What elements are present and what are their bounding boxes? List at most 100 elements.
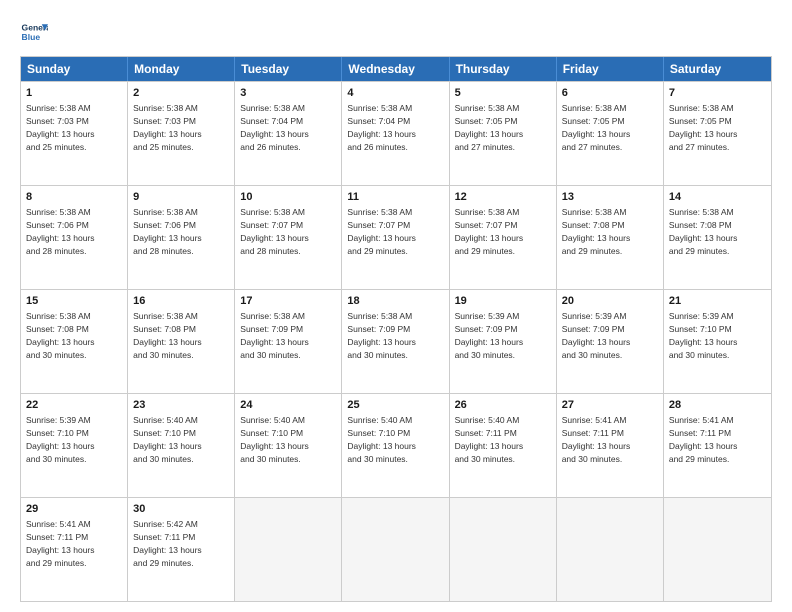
day-number: 25 [347, 398, 443, 413]
day-number: 6 [562, 86, 658, 101]
calendar-week: 8 Sunrise: 5:38 AMSunset: 7:06 PMDaylight… [21, 185, 771, 289]
day-number: 23 [133, 398, 229, 413]
calendar-cell: 22 Sunrise: 5:39 AMSunset: 7:10 PMDayligh… [21, 394, 128, 497]
day-number: 21 [669, 294, 766, 309]
calendar-cell [235, 498, 342, 601]
calendar-cell [342, 498, 449, 601]
day-number: 1 [26, 86, 122, 101]
day-number: 16 [133, 294, 229, 309]
calendar-cell: 25 Sunrise: 5:40 AMSunset: 7:10 PMDayligh… [342, 394, 449, 497]
calendar-cell: 16 Sunrise: 5:38 AMSunset: 7:08 PMDayligh… [128, 290, 235, 393]
calendar: SundayMondayTuesdayWednesdayThursdayFrid… [20, 56, 772, 602]
calendar-body: 1 Sunrise: 5:38 AMSunset: 7:03 PMDaylight… [21, 81, 771, 601]
day-number: 8 [26, 190, 122, 205]
calendar-cell: 30 Sunrise: 5:42 AMSunset: 7:11 PMDayligh… [128, 498, 235, 601]
day-info: Sunrise: 5:38 AMSunset: 7:03 PMDaylight:… [133, 103, 202, 152]
day-number: 15 [26, 294, 122, 309]
calendar-cell: 11Sunrise: 5:38 AMSunset: 7:07 PMDayligh… [342, 186, 449, 289]
day-number: 22 [26, 398, 122, 413]
weekday-header: Sunday [21, 57, 128, 81]
day-number: 10 [240, 190, 336, 205]
day-info: Sunrise: 5:38 AMSunset: 7:08 PMDaylight:… [26, 311, 95, 360]
weekday-header: Monday [128, 57, 235, 81]
day-number: 27 [562, 398, 658, 413]
weekday-header: Thursday [450, 57, 557, 81]
calendar-cell: 10 Sunrise: 5:38 AMSunset: 7:07 PMDayligh… [235, 186, 342, 289]
calendar-cell: 7 Sunrise: 5:38 AMSunset: 7:05 PMDaylight… [664, 82, 771, 185]
calendar-cell: 6 Sunrise: 5:38 AMSunset: 7:05 PMDaylight… [557, 82, 664, 185]
header: General Blue [20, 18, 772, 46]
weekday-header: Friday [557, 57, 664, 81]
day-number: 24 [240, 398, 336, 413]
day-info: Sunrise: 5:38 AMSunset: 7:05 PMDaylight:… [669, 103, 738, 152]
day-info: Sunrise: 5:38 AMSunset: 7:09 PMDaylight:… [240, 311, 309, 360]
calendar-header: SundayMondayTuesdayWednesdayThursdayFrid… [21, 57, 771, 81]
day-info: Sunrise: 5:39 AMSunset: 7:10 PMDaylight:… [669, 311, 738, 360]
day-number: 14 [669, 190, 766, 205]
day-info: Sunrise: 5:38 AMSunset: 7:07 PMDaylight:… [240, 207, 309, 256]
day-info: Sunrise: 5:42 AMSunset: 7:11 PMDaylight:… [133, 519, 202, 568]
calendar-cell [664, 498, 771, 601]
day-info: Sunrise: 5:40 AMSunset: 7:10 PMDaylight:… [347, 415, 416, 464]
calendar-cell: 2 Sunrise: 5:38 AMSunset: 7:03 PMDaylight… [128, 82, 235, 185]
calendar-cell: 21 Sunrise: 5:39 AMSunset: 7:10 PMDayligh… [664, 290, 771, 393]
calendar-cell: 14 Sunrise: 5:38 AMSunset: 7:08 PMDayligh… [664, 186, 771, 289]
weekday-header: Wednesday [342, 57, 449, 81]
calendar-cell: 17 Sunrise: 5:38 AMSunset: 7:09 PMDayligh… [235, 290, 342, 393]
day-number: 5 [455, 86, 551, 101]
day-number: 17 [240, 294, 336, 309]
logo-icon: General Blue [20, 18, 48, 46]
day-number: 7 [669, 86, 766, 101]
day-number: 29 [26, 502, 122, 517]
day-info: Sunrise: 5:39 AMSunset: 7:09 PMDaylight:… [562, 311, 631, 360]
day-info: Sunrise: 5:38 AMSunset: 7:07 PMDaylight:… [455, 207, 524, 256]
day-info: Sunrise: 5:40 AMSunset: 7:10 PMDaylight:… [133, 415, 202, 464]
calendar-cell: 9 Sunrise: 5:38 AMSunset: 7:06 PMDaylight… [128, 186, 235, 289]
calendar-cell: 3 Sunrise: 5:38 AMSunset: 7:04 PMDaylight… [235, 82, 342, 185]
day-info: Sunrise: 5:38 AMSunset: 7:08 PMDaylight:… [133, 311, 202, 360]
day-info: Sunrise: 5:38 AMSunset: 7:06 PMDaylight:… [133, 207, 202, 256]
calendar-week: 22 Sunrise: 5:39 AMSunset: 7:10 PMDayligh… [21, 393, 771, 497]
calendar-cell: 8Sunrise: 5:38 AMSunset: 7:06 PMDaylight… [21, 186, 128, 289]
calendar-cell: 15 Sunrise: 5:38 AMSunset: 7:08 PMDayligh… [21, 290, 128, 393]
calendar-cell: 19Sunrise: 5:39 AMSunset: 7:09 PMDayligh… [450, 290, 557, 393]
calendar-cell: 20 Sunrise: 5:39 AMSunset: 7:09 PMDayligh… [557, 290, 664, 393]
calendar-cell: 1Sunrise: 5:38 AMSunset: 7:03 PMDaylight… [21, 82, 128, 185]
calendar-cell: 5 Sunrise: 5:38 AMSunset: 7:05 PMDaylight… [450, 82, 557, 185]
day-info: Sunrise: 5:38 AMSunset: 7:05 PMDaylight:… [562, 103, 631, 152]
day-number: 26 [455, 398, 551, 413]
day-number: 18 [347, 294, 443, 309]
calendar-cell: 18Sunrise: 5:38 AMSunset: 7:09 PMDayligh… [342, 290, 449, 393]
day-number: 3 [240, 86, 336, 101]
calendar-cell: 4 Sunrise: 5:38 AMSunset: 7:04 PMDaylight… [342, 82, 449, 185]
calendar-cell: 27 Sunrise: 5:41 AMSunset: 7:11 PMDayligh… [557, 394, 664, 497]
day-info: Sunrise: 5:38 AMSunset: 7:04 PMDaylight:… [347, 103, 416, 152]
day-number: 4 [347, 86, 443, 101]
day-info: Sunrise: 5:41 AMSunset: 7:11 PMDaylight:… [562, 415, 631, 464]
page: General Blue SundayMondayTuesdayWednesda… [0, 0, 792, 612]
day-number: 2 [133, 86, 229, 101]
day-number: 30 [133, 502, 229, 517]
day-info: Sunrise: 5:41 AMSunset: 7:11 PMDaylight:… [669, 415, 738, 464]
day-info: Sunrise: 5:40 AMSunset: 7:11 PMDaylight:… [455, 415, 524, 464]
day-info: Sunrise: 5:38 AMSunset: 7:04 PMDaylight:… [240, 103, 309, 152]
day-info: Sunrise: 5:40 AMSunset: 7:10 PMDaylight:… [240, 415, 309, 464]
day-info: Sunrise: 5:38 AMSunset: 7:05 PMDaylight:… [455, 103, 524, 152]
weekday-header: Tuesday [235, 57, 342, 81]
day-info: Sunrise: 5:39 AMSunset: 7:09 PMDaylight:… [455, 311, 524, 360]
calendar-cell: 23 Sunrise: 5:40 AMSunset: 7:10 PMDayligh… [128, 394, 235, 497]
calendar-cell: 24 Sunrise: 5:40 AMSunset: 7:10 PMDayligh… [235, 394, 342, 497]
day-number: 28 [669, 398, 766, 413]
calendar-cell: 29 Sunrise: 5:41 AMSunset: 7:11 PMDayligh… [21, 498, 128, 601]
day-info: Sunrise: 5:41 AMSunset: 7:11 PMDaylight:… [26, 519, 95, 568]
day-number: 20 [562, 294, 658, 309]
day-number: 11 [347, 190, 443, 205]
day-info: Sunrise: 5:39 AMSunset: 7:10 PMDaylight:… [26, 415, 95, 464]
calendar-cell: 26 Sunrise: 5:40 AMSunset: 7:11 PMDayligh… [450, 394, 557, 497]
calendar-cell: 28 Sunrise: 5:41 AMSunset: 7:11 PMDayligh… [664, 394, 771, 497]
day-number: 9 [133, 190, 229, 205]
day-info: Sunrise: 5:38 AMSunset: 7:08 PMDaylight:… [669, 207, 738, 256]
calendar-cell [450, 498, 557, 601]
weekday-header: Saturday [664, 57, 771, 81]
day-info: Sunrise: 5:38 AMSunset: 7:08 PMDaylight:… [562, 207, 631, 256]
